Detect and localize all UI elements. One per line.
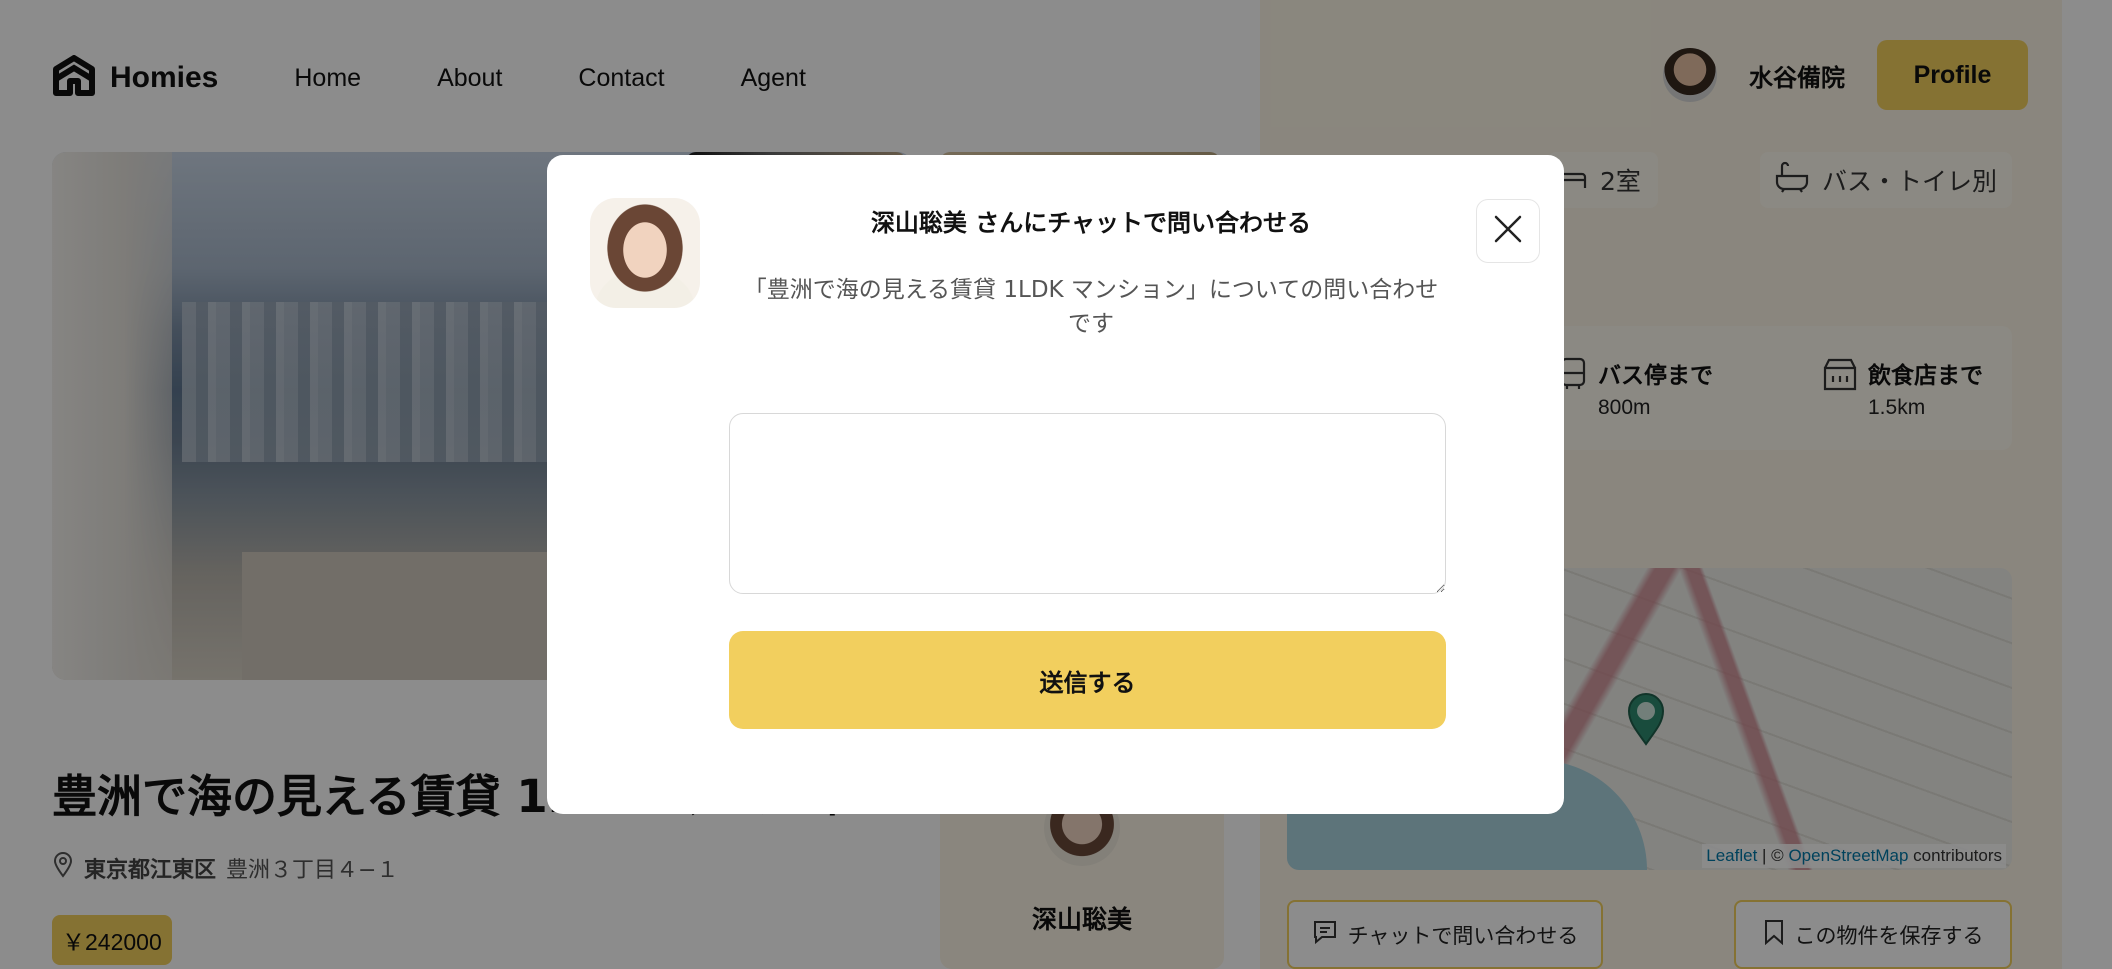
message-textarea[interactable] <box>729 413 1446 594</box>
agent-photo <box>590 198 700 308</box>
close-icon <box>1493 214 1523 248</box>
send-button[interactable]: 送信する <box>729 631 1446 729</box>
modal-subtitle: 「豊洲で海の見える賃貸 1LDK マンション」についての問い合わせです <box>743 277 1439 337</box>
chat-modal: 深山聡美 さんにチャットで問い合わせる 「豊洲で海の見える賃貸 1LDK マンシ… <box>547 155 1564 814</box>
modal-title: 深山聡美 さんにチャットで問い合わせる <box>870 209 1312 237</box>
close-button[interactable] <box>1476 199 1540 263</box>
